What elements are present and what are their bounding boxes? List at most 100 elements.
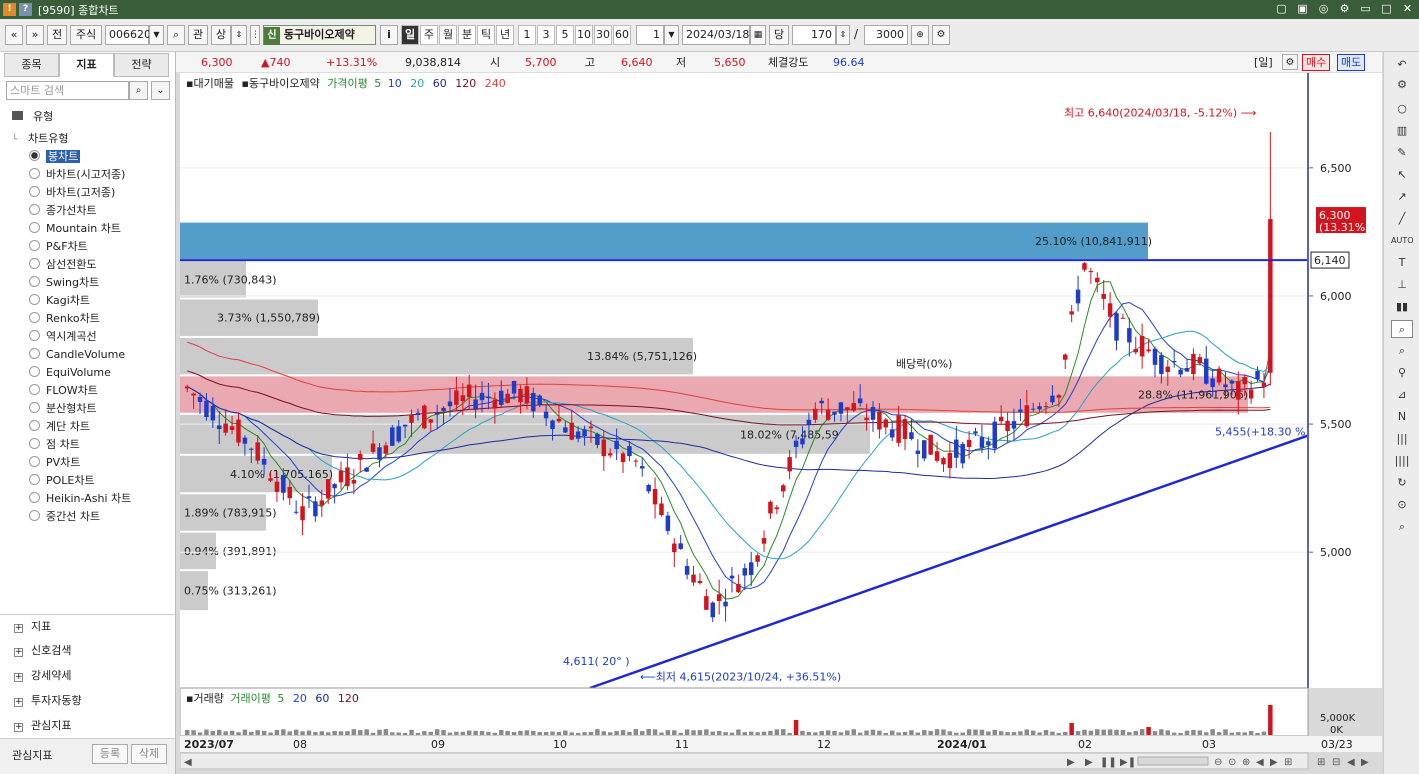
- fibonacci-icon[interactable]: ⊿: [1391, 386, 1413, 404]
- stock-code-input[interactable]: 006620: [105, 25, 151, 45]
- sell-button[interactable]: 매도: [1337, 54, 1366, 71]
- minimize-icon[interactable]: ▭: [1358, 1, 1373, 17]
- columns-icon[interactable]: ||||: [1391, 452, 1413, 470]
- code-dropdown-icon[interactable]: ▼: [149, 25, 164, 45]
- remove-pane-icon[interactable]: ⊟: [1332, 757, 1340, 768]
- pause-icon[interactable]: ❚❚: [1100, 757, 1117, 768]
- register-button[interactable]: 등록: [92, 744, 128, 764]
- nav-prev-button[interactable]: «: [5, 25, 23, 45]
- chart-type-item[interactable]: POLE차트: [29, 472, 95, 490]
- scroll-back-icon[interactable]: ◀: [1256, 757, 1264, 768]
- magnifier-icon[interactable]: ⌕: [1391, 320, 1413, 338]
- interval-5-button[interactable]: 5: [556, 25, 574, 45]
- scroll-forward-icon[interactable]: ▶: [1270, 757, 1278, 768]
- candle-tool-icon[interactable]: ▮▮: [1391, 298, 1413, 316]
- delete-button[interactable]: 삭제: [131, 744, 167, 764]
- zoom-slider[interactable]: [1137, 756, 1209, 766]
- close-icon[interactable]: ✕: [1400, 1, 1415, 17]
- chart-type-item[interactable]: Heikin-Ashi 차트: [29, 490, 131, 508]
- tab-stocks[interactable]: 종목: [4, 53, 59, 77]
- chart-type-item[interactable]: 계단 차트: [29, 418, 90, 436]
- zoom-reset-icon[interactable]: ⊙: [1228, 757, 1236, 768]
- chart-type-item[interactable]: P&F차트: [29, 238, 88, 256]
- chart-type-item[interactable]: PV차트: [29, 454, 80, 472]
- market-select[interactable]: 주식: [70, 25, 102, 45]
- link-window-icon[interactable]: ▣: [1295, 1, 1310, 17]
- date-input[interactable]: 2024/03/18: [682, 25, 750, 45]
- left-arrow-icon[interactable]: ◀: [1347, 757, 1355, 768]
- cursor-icon[interactable]: ↖: [1391, 166, 1413, 184]
- scroll-left-icon[interactable]: ◀: [184, 757, 192, 768]
- add-pane-icon[interactable]: ⊞: [1317, 757, 1325, 768]
- chart-type-item[interactable]: 봉차트: [29, 148, 81, 166]
- chart-type-item[interactable]: 분산형차트: [29, 400, 97, 418]
- count-stepper-icon[interactable]: ⇕: [836, 25, 850, 45]
- section-strength[interactable]: + 강세약세: [14, 667, 71, 685]
- chart-type-item[interactable]: Renko차트: [29, 310, 100, 328]
- period-year-button[interactable]: 년: [496, 25, 514, 45]
- line-icon[interactable]: ╱: [1391, 210, 1413, 228]
- smart-search-input[interactable]: 스마트 검색: [6, 81, 129, 100]
- chart-area[interactable]: 1.76% (730,843) 3.73% (1,550,789) 13.84% (…: [179, 73, 1382, 772]
- step-forward-icon[interactable]: ▶❚: [1120, 757, 1136, 768]
- search-icon[interactable]: ⌕: [129, 81, 148, 100]
- period-minute-button[interactable]: 분: [458, 25, 476, 45]
- tab-indicators[interactable]: 지표: [59, 53, 114, 77]
- pin-icon[interactable]: ⊥: [1391, 276, 1413, 294]
- chart-type-item[interactable]: FLOW차트: [29, 382, 98, 400]
- chart-type-item[interactable]: 중간선 차트: [29, 508, 100, 526]
- updown-stepper-icon[interactable]: ⇕: [231, 25, 247, 45]
- dang-button[interactable]: 당: [769, 25, 789, 45]
- chart-type-item[interactable]: Kagi차트: [29, 292, 90, 310]
- interval-30-button[interactable]: 30: [594, 25, 612, 45]
- period-tick-button[interactable]: 틱: [477, 25, 495, 45]
- settings-icon[interactable]: ⚙: [932, 25, 950, 45]
- split-view-icon[interactable]: ⊞: [1284, 757, 1292, 768]
- refresh-icon[interactable]: ↻: [1391, 474, 1413, 492]
- right-arrow-icon[interactable]: ▶: [1361, 757, 1369, 768]
- magnet-icon[interactable]: ⊙: [1391, 496, 1413, 514]
- interval-3-button[interactable]: 3: [537, 25, 555, 45]
- chart-type-item[interactable]: Mountain 차트: [29, 220, 121, 238]
- screenshot-icon[interactable]: ◎: [1316, 1, 1331, 17]
- interval-input[interactable]: 1: [636, 25, 664, 45]
- info-button[interactable]: i: [380, 25, 398, 45]
- measure-icon[interactable]: ⚲: [1391, 364, 1413, 382]
- jeon-button[interactable]: 전: [47, 25, 67, 45]
- more-options-icon[interactable]: ⋮: [250, 25, 260, 45]
- total-input[interactable]: 3000: [864, 25, 908, 45]
- price-chart[interactable]: 1.76% (730,843) 3.73% (1,550,789) 13.84% (…: [179, 73, 1382, 772]
- auto-trendline-icon[interactable]: AUTO: [1391, 232, 1414, 250]
- grid-lines-icon[interactable]: |||: [1391, 430, 1413, 448]
- calendar-icon[interactable]: ▦: [750, 25, 766, 45]
- zoom-out-icon[interactable]: ⊖: [1214, 757, 1222, 768]
- search-icon[interactable]: ⌕: [167, 25, 185, 45]
- play-icon[interactable]: ▶: [1085, 757, 1093, 768]
- chart-type-item[interactable]: CandleVolume: [29, 346, 125, 364]
- search-icon[interactable]: ⌕: [1391, 518, 1413, 536]
- pen-icon[interactable]: ✎: [1391, 144, 1413, 162]
- interval-1-button[interactable]: 1: [518, 25, 536, 45]
- zoom-icon[interactable]: ⊕: [911, 25, 929, 45]
- chart-type-item[interactable]: 점 차트: [29, 436, 80, 454]
- interval-dropdown-icon[interactable]: ▼: [664, 25, 679, 45]
- gwan-button[interactable]: 관: [188, 25, 208, 45]
- text-icon[interactable]: T: [1391, 254, 1413, 272]
- period-week-button[interactable]: 주: [420, 25, 438, 45]
- section-chart-type[interactable]: └ 차트유형: [12, 130, 68, 148]
- alert-icon[interactable]: !: [3, 3, 16, 16]
- buy-button[interactable]: 매수: [1302, 54, 1331, 71]
- tab-strategy[interactable]: 전략: [114, 53, 169, 77]
- period-month-button[interactable]: 월: [439, 25, 457, 45]
- section-type[interactable]: 유형: [12, 108, 53, 126]
- chevron-down-icon[interactable]: ⌄: [151, 81, 170, 100]
- gear-icon[interactable]: ⚙: [1391, 76, 1413, 94]
- sang-button[interactable]: 상: [211, 25, 231, 45]
- interval-60-button[interactable]: 60: [613, 25, 631, 45]
- scroll-right-icon[interactable]: ▶: [1067, 757, 1075, 768]
- zoom-in-icon[interactable]: ⊕: [1242, 757, 1250, 768]
- gear-icon[interactable]: ⚙: [1282, 54, 1298, 70]
- undo-icon[interactable]: ↶: [1391, 56, 1413, 74]
- section-favorite-indicators[interactable]: + 관심지표: [14, 717, 71, 735]
- section-investor-trend[interactable]: + 투자자동향: [14, 692, 82, 710]
